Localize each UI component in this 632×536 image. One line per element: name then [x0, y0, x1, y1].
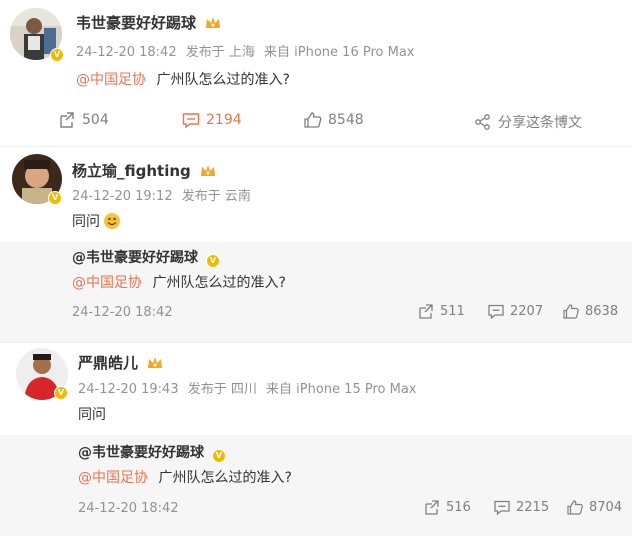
- post-body: 广州队怎么过的准入?: [156, 72, 290, 88]
- comment-count: 2194: [206, 112, 242, 128]
- repost-author[interactable]: @韦世豪要好好踢球 V: [78, 442, 226, 463]
- post-meta: 24-12-20 18:42 发布于 上海 来自 iPhone 16 Pro M…: [76, 41, 419, 60]
- verified-badge-icon: V: [205, 254, 220, 268]
- post-text: @中国足协 广州队怎么过的准入?: [76, 69, 290, 89]
- repost-card[interactable]: @韦世豪要好好踢球 V @中国足协 广州队怎么过的准入? 24-12-20 18…: [0, 435, 632, 536]
- repost-author[interactable]: @韦世豪要好好踢球 V: [72, 247, 220, 268]
- repost-card[interactable]: @韦世豪要好好踢球 V @中国足协 广州队怎么过的准入? 24-12-20 18…: [0, 242, 632, 342]
- share-label: 分享这条博文: [498, 115, 582, 131]
- comment-icon: [488, 304, 504, 319]
- post-meta: 24-12-20 19:43 发布于 四川 来自 iPhone 15 Pro M…: [78, 378, 421, 397]
- verified-badge-icon: V: [54, 386, 68, 400]
- comment-button[interactable]: 2207: [488, 304, 543, 319]
- post-device: 来自 iPhone 16 Pro Max: [264, 45, 415, 60]
- comment-count: 2215: [516, 500, 550, 515]
- post-text: 同问: [78, 404, 106, 424]
- like-count: 8638: [585, 304, 619, 319]
- thumbs-up-icon: [563, 304, 579, 319]
- repost-body: 广州队怎么过的准入?: [152, 275, 286, 291]
- thumbs-up-icon: [567, 500, 583, 515]
- post-device: 来自 iPhone 15 Pro Max: [266, 382, 417, 397]
- repost-author-name[interactable]: @韦世豪要好好踢球: [78, 445, 204, 461]
- like-count: 8548: [328, 112, 364, 128]
- repost-text: @中国足协 广州队怎么过的准入?: [78, 467, 292, 487]
- author-name[interactable]: 严鼎皓儿: [78, 352, 163, 373]
- post-meta: 24-12-20 19:12 发布于 云南: [72, 185, 256, 204]
- repost-count: 504: [82, 112, 109, 128]
- like-count: 8704: [589, 500, 623, 515]
- author-name[interactable]: 韦世豪要好好踢球: [76, 12, 221, 33]
- author-name[interactable]: 杨立瑜_fighting: [72, 160, 216, 181]
- comment-button[interactable]: 2194: [182, 112, 242, 128]
- post-location: 发布于 云南: [181, 189, 251, 204]
- comment-button[interactable]: 2215: [494, 500, 549, 515]
- crown-icon: [206, 17, 221, 28]
- verified-badge-icon: V: [50, 48, 64, 62]
- action-bar: 504 2194 8548 分享这条博文: [0, 112, 632, 132]
- post-yandinghao: V 严鼎皓儿 24-12-20 19:43 发布于 四川 来自 iPhone 1…: [0, 343, 632, 536]
- post-body: 同问: [78, 407, 106, 423]
- post-location: 发布于 四川: [187, 382, 257, 397]
- post-location: 发布于 上海: [185, 45, 255, 60]
- verified-badge-icon: V: [211, 449, 226, 463]
- post-time[interactable]: 24-12-20 19:12: [72, 189, 173, 204]
- comment-count: 2207: [510, 304, 544, 319]
- author-name-text[interactable]: 韦世豪要好好踢球: [76, 14, 196, 32]
- post-yangliyu: V 杨立瑜_fighting 24-12-20 19:12 发布于 云南 同问 …: [0, 147, 632, 342]
- share-icon: [475, 114, 490, 130]
- mention-link[interactable]: @中国足协: [72, 275, 142, 291]
- post-weishihao: V 韦世豪要好好踢球 24-12-20 18:42 发布于 上海 来自 iPho…: [0, 0, 632, 145]
- crown-icon: [148, 357, 163, 368]
- post-body: 同问: [72, 214, 100, 230]
- post-time[interactable]: 24-12-20 19:43: [78, 382, 179, 397]
- comment-icon: [182, 113, 200, 128]
- repost-icon: [425, 500, 439, 515]
- repost-author-name[interactable]: @韦世豪要好好踢球: [72, 250, 198, 266]
- verified-badge-icon: V: [48, 191, 62, 205]
- like-button[interactable]: 8548: [304, 112, 364, 128]
- mention-link[interactable]: @中国足协: [78, 470, 148, 486]
- comment-icon: [494, 500, 510, 515]
- repost-time[interactable]: 24-12-20 18:42: [72, 305, 173, 320]
- repost-button[interactable]: 516: [424, 500, 471, 515]
- smile-emoji-icon: [104, 213, 121, 229]
- author-name-text[interactable]: 杨立瑜_fighting: [72, 162, 191, 180]
- like-button[interactable]: 8704: [567, 500, 622, 515]
- thumbs-up-icon: [304, 112, 322, 128]
- repost-icon: [419, 304, 433, 319]
- post-time[interactable]: 24-12-20 18:42: [76, 45, 177, 60]
- author-name-text[interactable]: 严鼎皓儿: [78, 354, 138, 372]
- repost-count: 516: [446, 500, 471, 515]
- repost-body: 广州队怎么过的准入?: [158, 470, 292, 486]
- repost-time[interactable]: 24-12-20 18:42: [78, 501, 179, 516]
- like-button[interactable]: 8638: [563, 304, 618, 319]
- repost-icon: [60, 112, 74, 128]
- post-text: 同问: [72, 211, 121, 231]
- repost-button[interactable]: 504: [58, 112, 109, 128]
- repost-text: @中国足协 广州队怎么过的准入?: [72, 272, 286, 292]
- mention-link[interactable]: @中国足协: [76, 72, 146, 88]
- share-button[interactable]: 分享这条博文: [474, 112, 582, 132]
- repost-count: 511: [440, 304, 465, 319]
- repost-button[interactable]: 511: [418, 304, 465, 319]
- crown-icon: [201, 165, 215, 176]
